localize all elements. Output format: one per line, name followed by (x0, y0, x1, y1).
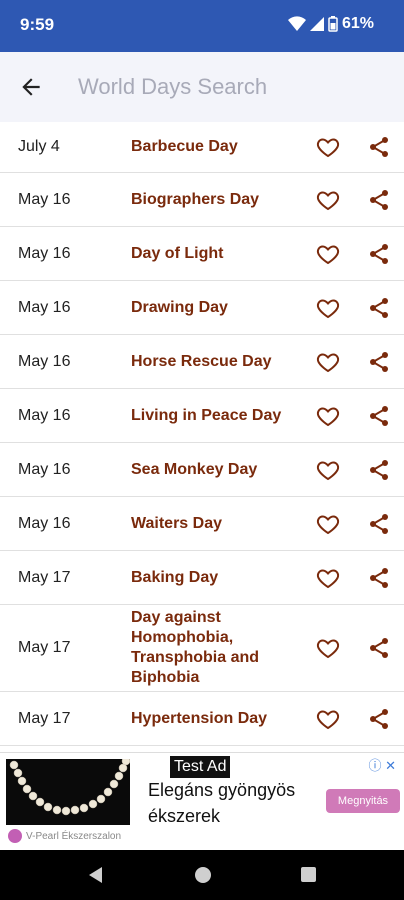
item-name[interactable]: Horse Rescue Day (131, 352, 301, 372)
favorite-heart-icon[interactable] (316, 296, 340, 320)
item-name[interactable]: Day against Homophobia, Transphobia and … (131, 608, 301, 688)
item-date: May 16 (18, 514, 71, 532)
app-bar: World Days Search (0, 52, 404, 123)
list-item[interactable]: May 16 Biographers Day (0, 173, 404, 227)
item-name[interactable]: Drawing Day (131, 298, 301, 318)
share-icon[interactable] (367, 707, 391, 731)
ad-brand: V-Pearl Ékszerszalon (8, 829, 121, 843)
favorite-heart-icon[interactable] (316, 566, 340, 590)
item-date: May 17 (18, 709, 71, 727)
item-date: May 16 (18, 298, 71, 316)
nav-home-icon[interactable] (193, 865, 213, 885)
item-name[interactable]: Day of Light (131, 244, 301, 264)
list-item[interactable]: May 17 Hypertension Day (0, 692, 404, 746)
brand-logo-icon (8, 829, 22, 843)
item-date: July 4 (18, 138, 60, 155)
item-date: May 16 (18, 190, 71, 208)
signal-icon (309, 17, 324, 31)
item-name[interactable]: Baking Day (131, 568, 301, 588)
item-name[interactable]: Biographers Day (131, 190, 301, 210)
item-date: May 16 (18, 352, 71, 370)
favorite-heart-icon[interactable] (316, 404, 340, 428)
list-item[interactable]: May 16 Drawing Day (0, 281, 404, 335)
ad-image-pearl-necklace[interactable] (6, 759, 130, 825)
world-days-list: July 4 Barbecue Day May 16 Biographers Day M… (0, 122, 404, 752)
item-name[interactable]: Barbecue Day (131, 137, 301, 157)
nav-recents-icon[interactable] (299, 865, 319, 885)
item-date: May 17 (18, 639, 71, 656)
favorite-heart-icon[interactable] (316, 458, 340, 482)
list-item[interactable]: May 16 Waiters Day (0, 497, 404, 551)
wifi-icon (287, 16, 306, 31)
item-date: May 16 (18, 244, 71, 262)
favorite-heart-icon[interactable] (316, 242, 340, 266)
ad-info-icon[interactable]: ⓘ ✕ (368, 755, 396, 774)
favorite-heart-icon[interactable] (316, 512, 340, 536)
item-date: May 16 (18, 460, 71, 478)
status-icons: 61% (287, 15, 374, 33)
favorite-heart-icon[interactable] (316, 135, 340, 159)
share-icon[interactable] (367, 404, 391, 428)
back-arrow-icon[interactable] (18, 74, 44, 100)
list-item[interactable]: May 17 Day against Homophobia, Transphobi… (0, 605, 404, 692)
list-item[interactable]: May 17 Baking Day (0, 551, 404, 605)
item-name[interactable]: Waiters Day (131, 514, 301, 534)
list-item[interactable]: May 16 Day of Light (0, 227, 404, 281)
battery-icon (328, 16, 338, 32)
share-icon[interactable] (367, 296, 391, 320)
share-icon[interactable] (367, 512, 391, 536)
status-bar: 9:59 61% (0, 0, 404, 52)
ad-open-button[interactable]: Megnyitás (326, 789, 400, 813)
list-item[interactable]: July 4 Barbecue Day (0, 122, 404, 173)
ad-brand-name: V-Pearl Ékszerszalon (26, 830, 122, 842)
item-name[interactable]: Living in Peace Day (131, 406, 301, 426)
ad-test-label: Test Ad (170, 756, 231, 778)
share-icon[interactable] (367, 566, 391, 590)
favorite-heart-icon[interactable] (316, 350, 340, 374)
share-icon[interactable] (367, 135, 391, 159)
status-time: 9:59 (20, 15, 55, 34)
nav-back-icon[interactable] (86, 865, 106, 885)
item-name[interactable]: Hypertension Day (131, 709, 301, 729)
ad-banner[interactable]: Test Ad ⓘ ✕ Elegáns gyöngyös ékszerek Me… (0, 752, 404, 851)
list-item[interactable]: May 16 Sea Monkey Day (0, 443, 404, 497)
list-item[interactable]: May 16 Living in Peace Day (0, 389, 404, 443)
ad-title[interactable]: Elegáns gyöngyös ékszerek (148, 777, 318, 829)
item-date: May 16 (18, 406, 71, 424)
search-input[interactable]: World Days Search (78, 74, 267, 100)
share-icon[interactable] (367, 636, 391, 660)
share-icon[interactable] (367, 242, 391, 266)
system-navigation-bar (0, 850, 404, 900)
item-date: May 17 (18, 568, 71, 586)
favorite-heart-icon[interactable] (316, 636, 340, 660)
item-name[interactable]: Sea Monkey Day (131, 460, 301, 480)
share-icon[interactable] (367, 188, 391, 212)
list-item[interactable]: May 16 Horse Rescue Day (0, 335, 404, 389)
favorite-heart-icon[interactable] (316, 188, 340, 212)
share-icon[interactable] (367, 350, 391, 374)
share-icon[interactable] (367, 458, 391, 482)
favorite-heart-icon[interactable] (316, 707, 340, 731)
battery-percent: 61% (341, 15, 374, 32)
